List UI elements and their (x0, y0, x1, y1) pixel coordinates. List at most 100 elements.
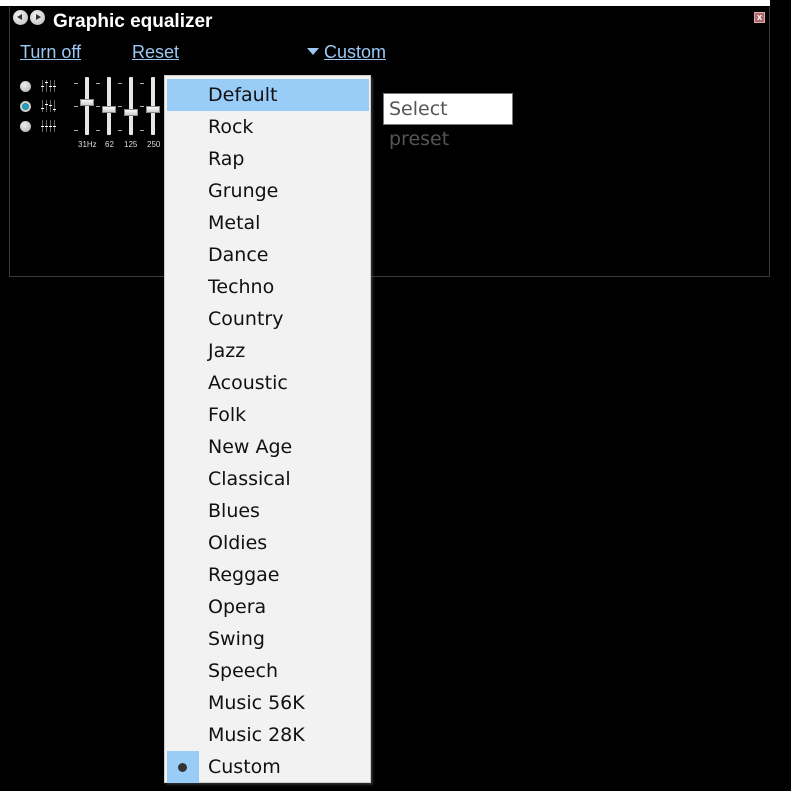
check-slot (167, 303, 199, 335)
check-slot (167, 687, 199, 719)
check-slot (167, 431, 199, 463)
mode-radio-3[interactable] (20, 121, 31, 132)
band-label: 62 (105, 140, 114, 149)
menu-item-label: Music 28K (208, 724, 305, 746)
menu-item-label: Opera (208, 596, 267, 618)
menu-item-classical[interactable]: Classical (167, 463, 369, 495)
band-label: 31Hz (78, 140, 97, 149)
check-slot (167, 175, 199, 207)
menu-item-acoustic[interactable]: Acoustic (167, 367, 369, 399)
turn-off-link[interactable]: Turn off (20, 42, 81, 63)
slider-track[interactable] (85, 77, 89, 135)
band-slider[interactable] (124, 77, 138, 135)
menu-item-new-age[interactable]: New Age (167, 431, 369, 463)
menu-item-label: Reggae (208, 564, 280, 586)
menu-item-oldies[interactable]: Oldies (167, 527, 369, 559)
mode-radio-1[interactable] (20, 81, 31, 92)
preset-menu: Default Rock Rap Grunge Metal Dance Techno Coun… (164, 75, 371, 783)
menu-item-label: Jazz (208, 340, 246, 362)
reset-link[interactable]: Reset (132, 42, 179, 63)
menu-item-country[interactable]: Country (167, 303, 369, 335)
check-slot (167, 79, 199, 111)
menu-item-label: Techno (208, 276, 275, 298)
slider-track[interactable] (129, 77, 133, 135)
menu-item-blues[interactable]: Blues (167, 495, 369, 527)
menu-item-label: Rap (208, 148, 245, 170)
check-slot (167, 559, 199, 591)
slider-tick (96, 106, 100, 107)
slider-tick (118, 130, 122, 131)
slider-tick (96, 83, 100, 84)
slider-thumb[interactable] (124, 109, 138, 116)
menu-item-music-56k[interactable]: Music 56K (167, 687, 369, 719)
check-slot (167, 591, 199, 623)
menu-item-techno[interactable]: Techno (167, 271, 369, 303)
menu-item-folk[interactable]: Folk (167, 399, 369, 431)
forward-arrow-icon[interactable] (30, 10, 45, 25)
menu-item-reggae[interactable]: Reggae (167, 559, 369, 591)
check-slot (167, 367, 199, 399)
eq-curve-icon-arc (40, 100, 58, 112)
eq-curve-icon-flat-boost (40, 80, 58, 92)
slider-tick (140, 130, 144, 131)
menu-item-label: Swing (208, 628, 265, 650)
slider-thumb[interactable] (146, 106, 160, 113)
menu-item-grunge[interactable]: Grunge (167, 175, 369, 207)
slider-tick (118, 83, 122, 84)
slider-tick (74, 106, 78, 107)
nav-buttons (13, 10, 45, 25)
menu-item-swing[interactable]: Swing (167, 623, 369, 655)
menu-item-dance[interactable]: Dance (167, 239, 369, 271)
menu-item-rap[interactable]: Rap (167, 143, 369, 175)
slider-tick (118, 106, 122, 107)
menu-item-label: Country (208, 308, 284, 330)
band-label: 250 (147, 140, 161, 149)
menu-item-metal[interactable]: Metal (167, 207, 369, 239)
band-label: 125 (124, 140, 138, 149)
band-slider[interactable] (80, 77, 94, 135)
menu-item-label: Classical (208, 468, 291, 490)
check-slot (167, 239, 199, 271)
check-slot (167, 143, 199, 175)
menu-item-label: Rock (208, 116, 254, 138)
check-slot (167, 527, 199, 559)
menu-item-rock[interactable]: Rock (167, 111, 369, 143)
slider-tick (74, 130, 78, 131)
menu-item-label: Custom (208, 756, 281, 778)
menu-item-label: Speech (208, 660, 278, 682)
check-slot (167, 463, 199, 495)
check-slot (167, 271, 199, 303)
menu-item-custom[interactable]: Custom (167, 751, 369, 783)
check-slot (167, 655, 199, 687)
slider-tick (140, 83, 144, 84)
radio-bullet-icon (167, 751, 199, 783)
slider-thumb[interactable] (80, 99, 94, 106)
menu-item-label: Metal (208, 212, 261, 234)
menu-item-label: Oldies (208, 532, 268, 554)
mode-radio-2[interactable] (20, 101, 31, 112)
menu-item-label: New Age (208, 436, 293, 458)
close-icon[interactable]: x (754, 12, 765, 23)
preset-dropdown[interactable]: Custom (307, 42, 386, 63)
window-title: Graphic equalizer (53, 11, 213, 32)
menu-item-label: Blues (208, 500, 260, 522)
caret-down-icon (307, 47, 319, 55)
menu-item-jazz[interactable]: Jazz (167, 335, 369, 367)
slider-tick (96, 130, 100, 131)
menu-item-music-28k[interactable]: Music 28K (167, 719, 369, 751)
back-arrow-icon[interactable] (13, 10, 28, 25)
menu-item-default[interactable]: Default (167, 79, 369, 111)
check-slot (167, 335, 199, 367)
check-slot (167, 399, 199, 431)
check-slot (167, 111, 199, 143)
check-slot (167, 207, 199, 239)
slider-thumb[interactable] (102, 106, 116, 113)
slider-tick (74, 83, 78, 84)
band-slider[interactable] (102, 77, 116, 135)
menu-item-opera[interactable]: Opera (167, 591, 369, 623)
menu-item-speech[interactable]: Speech (167, 655, 369, 687)
select-preset-tooltip: Select preset (383, 93, 513, 150)
band-slider[interactable] (146, 77, 160, 135)
menu-item-label: Dance (208, 244, 269, 266)
menu-item-label: Default (208, 84, 278, 106)
